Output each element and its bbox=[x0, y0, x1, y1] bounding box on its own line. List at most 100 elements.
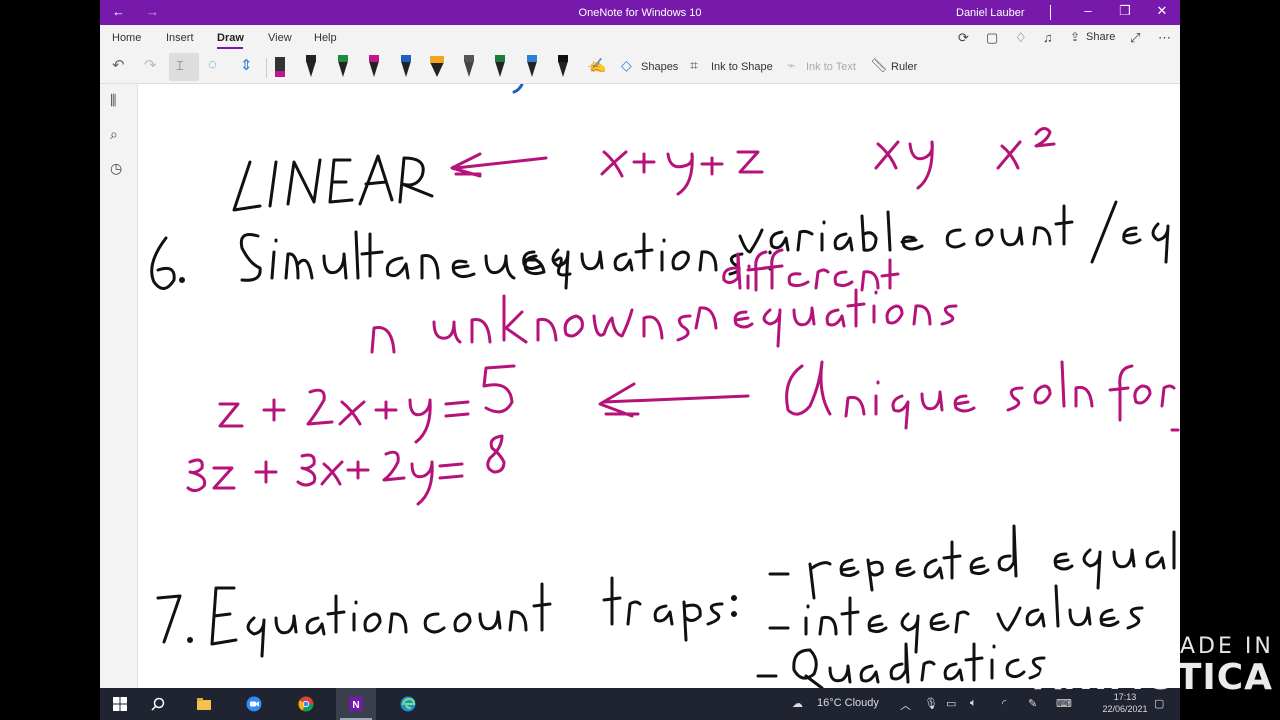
ink-eq-2 bbox=[186, 434, 506, 506]
weather-icon[interactable]: ☁ bbox=[792, 697, 803, 710]
tab-view[interactable]: View bbox=[268, 32, 292, 44]
share-button[interactable]: Share bbox=[1086, 31, 1115, 43]
onenote-icon: N bbox=[349, 697, 363, 711]
clock-date: 22/06/2021 bbox=[1102, 704, 1148, 714]
cursor-text-icon: ⌶ bbox=[176, 58, 184, 73]
microphone-icon[interactable]: 🎙︎ bbox=[924, 697, 938, 710]
pen-green-icon[interactable] bbox=[335, 53, 351, 81]
network-icon[interactable]: ▭ bbox=[946, 697, 956, 710]
recent-icon[interactable]: ◷ bbox=[110, 160, 122, 177]
folder-icon bbox=[197, 698, 211, 710]
minimize-icon[interactable]: – bbox=[1078, 3, 1098, 18]
left-navigation: ⫼ ⌕ ◷ bbox=[100, 84, 138, 688]
ink-different bbox=[722, 248, 900, 292]
tab-help[interactable]: Help bbox=[314, 32, 337, 44]
expand-icon[interactable]: ⤢ bbox=[1130, 30, 1140, 46]
windows-taskbar: N ☁ 16°C Cloudy ︿ 🎙︎ ▭ 🔈︎ ◜ ✎ ⌨ 17:13 22… bbox=[100, 688, 1180, 720]
taskbar-edge[interactable] bbox=[388, 688, 428, 720]
search-icon bbox=[151, 697, 165, 711]
draw-toolbar: ↶ ↷ ⌶ ◌ ⇕ ＋ ✍ ◇ Shapes ⌗ Ink to Shape ⌁ … bbox=[100, 50, 1180, 84]
pen-tray-icon[interactable]: ✎ bbox=[1028, 697, 1037, 710]
ink-linear-word bbox=[232, 154, 434, 212]
taskbar-zoom[interactable] bbox=[234, 688, 274, 720]
tab-insert[interactable]: Insert bbox=[166, 32, 194, 44]
pencil-grey-icon[interactable] bbox=[461, 53, 477, 81]
windows-logo-icon bbox=[113, 697, 127, 711]
taskbar-onenote[interactable]: N bbox=[336, 688, 376, 720]
redo-icon[interactable]: ↷ bbox=[144, 56, 157, 74]
taskbar-search-button[interactable] bbox=[138, 688, 178, 720]
undo-icon[interactable]: ↶ bbox=[112, 56, 125, 74]
pen-blue-icon[interactable] bbox=[398, 53, 414, 81]
volume-icon[interactable]: 🔈︎ bbox=[970, 697, 977, 710]
ink-n-unknowns bbox=[370, 294, 692, 354]
ink-to-text-icon[interactable]: ⌁ bbox=[787, 57, 795, 74]
handwriting-ink bbox=[150, 84, 1180, 688]
ink-repeated-equation bbox=[768, 524, 1176, 600]
add-space-icon[interactable]: ⇕ bbox=[240, 56, 253, 74]
title-bar: ← → OneNote for Windows 10 Daniel Lauber… bbox=[100, 0, 1180, 25]
lasso-select-icon[interactable]: ◌ bbox=[208, 56, 217, 73]
toolbar-separator bbox=[266, 58, 267, 78]
notebooks-icon[interactable]: ⫼ bbox=[110, 92, 116, 109]
ink-eq-1 bbox=[218, 364, 516, 444]
ink-integer-values bbox=[768, 584, 1144, 654]
shapes-button[interactable]: Shapes bbox=[641, 61, 678, 73]
ink-n-equations bbox=[694, 288, 958, 348]
type-select-button[interactable] bbox=[169, 53, 199, 81]
pen-green2-icon[interactable] bbox=[492, 53, 508, 81]
ruler-button[interactable]: Ruler bbox=[891, 61, 917, 73]
bell-icon[interactable]: ♫ bbox=[1043, 30, 1053, 45]
search-icon[interactable]: ⌕ bbox=[110, 126, 118, 143]
ruler-icon[interactable]: 📏︎ bbox=[870, 57, 888, 74]
wifi-icon[interactable]: ◜ bbox=[1002, 697, 1006, 710]
ink-quadratics bbox=[756, 642, 1046, 688]
ink-to-shape-button[interactable]: Ink to Shape bbox=[711, 61, 773, 73]
ink-to-text-button[interactable]: Ink to Text bbox=[806, 61, 856, 73]
pen-magenta-icon[interactable] bbox=[366, 53, 382, 81]
pen-lightblue-icon[interactable] bbox=[524, 53, 540, 81]
ink-arrow-2 bbox=[598, 382, 750, 418]
ink-arrow-1 bbox=[450, 152, 548, 178]
watermark-line-2: ANIMOTICA bbox=[1034, 657, 1274, 698]
share-icon[interactable]: ⇪ bbox=[1070, 30, 1080, 44]
ink-line-6 bbox=[150, 230, 572, 290]
title-separator bbox=[1050, 5, 1051, 20]
tray-chevron-icon[interactable]: ︿ bbox=[900, 697, 911, 713]
pen-black-icon[interactable] bbox=[303, 53, 319, 81]
tab-draw[interactable]: Draw bbox=[217, 32, 244, 44]
zoom-icon bbox=[246, 696, 262, 712]
draw-with-touch-icon[interactable]: ✍ bbox=[589, 57, 606, 74]
shapes-icon[interactable]: ◇ bbox=[621, 57, 632, 74]
ink-to-shape-icon[interactable]: ⌗ bbox=[690, 57, 698, 74]
chrome-icon bbox=[298, 696, 314, 712]
keyboard-icon[interactable]: ⌨ bbox=[1056, 697, 1072, 710]
ink-fragment-blue bbox=[512, 84, 524, 94]
svg-text:N: N bbox=[352, 700, 359, 711]
user-name[interactable]: Daniel Lauber bbox=[956, 7, 1025, 19]
more-icon[interactable]: ⋯ bbox=[1158, 30, 1171, 46]
start-button[interactable] bbox=[100, 688, 140, 720]
weather-text[interactable]: 16°C Cloudy bbox=[817, 697, 879, 709]
lightbulb-icon[interactable]: ♢ bbox=[1015, 30, 1027, 46]
sync-icon[interactable]: ⟳ bbox=[958, 30, 969, 46]
eraser-pen-icon[interactable] bbox=[272, 53, 288, 81]
page-canvas[interactable] bbox=[138, 84, 1180, 688]
taskbar-chrome[interactable] bbox=[286, 688, 326, 720]
highlighter-orange-icon[interactable] bbox=[429, 53, 445, 81]
restore-icon[interactable]: ❐ bbox=[1115, 3, 1135, 19]
ink-unique-soln bbox=[785, 360, 1176, 430]
tab-home[interactable]: Home bbox=[112, 32, 141, 44]
screen: ← → OneNote for Windows 10 Daniel Lauber… bbox=[0, 0, 1280, 720]
ink-variable-count-equation bbox=[738, 200, 1170, 264]
notebook-icon[interactable]: ▢ bbox=[986, 30, 998, 46]
ink-line-7 bbox=[156, 576, 737, 658]
edge-icon bbox=[400, 696, 416, 712]
active-tab-indicator bbox=[217, 47, 243, 49]
notifications-icon[interactable]: ▢ bbox=[1154, 697, 1164, 710]
taskbar-file-explorer[interactable] bbox=[184, 688, 224, 720]
onenote-window: ← → OneNote for Windows 10 Daniel Lauber… bbox=[100, 0, 1180, 688]
watermark-line-1: MADE IN bbox=[1158, 634, 1274, 659]
pen-black2-icon[interactable] bbox=[555, 53, 571, 81]
close-icon[interactable]: ✕ bbox=[1152, 3, 1172, 19]
